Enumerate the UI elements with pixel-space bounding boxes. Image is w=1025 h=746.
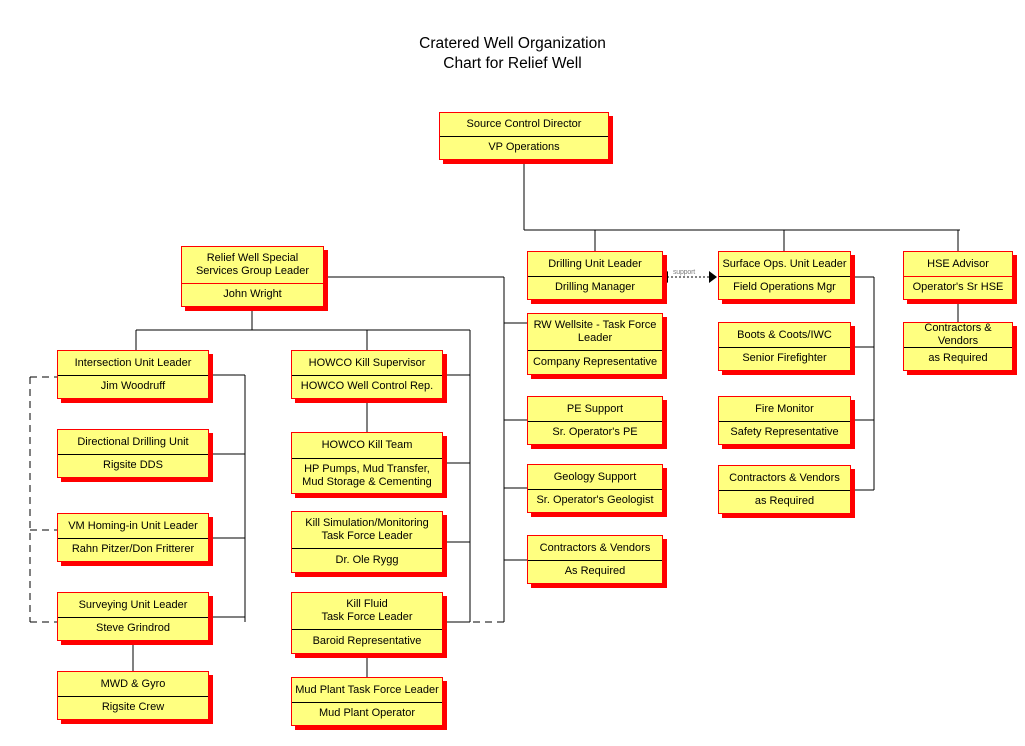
org-node-title: Fire Monitor — [719, 397, 850, 422]
org-node-subtitle: Drilling Manager — [554, 281, 636, 294]
org-node-title: Drilling Unit Leader — [528, 252, 662, 277]
org-node-subtitle: Rahn Pitzer/Don Fritterer — [71, 543, 195, 556]
org-node-title: Kill Fluid Task Force Leader — [292, 593, 442, 630]
org-node-title: Surface Ops. Unit Leader — [719, 252, 850, 277]
org-node-title: MWD & Gyro — [58, 672, 208, 697]
org-node-title: HSE Advisor — [904, 252, 1012, 277]
org-node-subtitle: Dr. Ole Rygg — [335, 553, 399, 566]
org-node-title: PE Support — [528, 397, 662, 422]
org-node-subtitle: VP Operations — [488, 141, 560, 154]
org-node-surface-ops-unit-leader[interactable]: Surface Ops. Unit Leader Field Operations… — [718, 251, 851, 300]
org-node-subtitle: Senior Firefighter — [742, 352, 827, 365]
org-node-drilling-unit-leader[interactable]: Drilling Unit Leader Drilling Manager — [527, 251, 663, 300]
org-node-subtitle: John Wright — [223, 288, 282, 301]
org-node-rw-wellsite-task-force-leader[interactable]: RW Wellsite - Task Force Leader Company R… — [527, 313, 663, 375]
support-arrow-right — [709, 271, 717, 283]
org-node-relief-well-special-services-group-leader[interactable]: Relief Well Special Services Group Leade… — [181, 246, 324, 307]
org-node-title: RW Wellsite - Task Force Leader — [528, 314, 662, 351]
org-node-subtitle: HP Pumps, Mud Transfer, Mud Storage & Ce… — [302, 462, 432, 488]
org-node-title: HOWCO Kill Team — [292, 433, 442, 459]
org-chart-page: Cratered Well Organization Chart for Rel… — [0, 0, 1025, 746]
org-node-subtitle: Field Operations Mgr — [733, 281, 836, 294]
org-node-subtitle: Mud Plant Operator — [319, 707, 415, 720]
org-node-subtitle: Company Representative — [532, 355, 658, 368]
org-node-subtitle: HOWCO Well Control Rep. — [300, 380, 434, 393]
org-node-subtitle: Rigsite Crew — [101, 701, 165, 714]
org-node-subtitle: Baroid Representative — [312, 634, 422, 647]
org-node-subtitle: as Required — [928, 352, 988, 365]
org-node-intersection-unit-leader[interactable]: Intersection Unit Leader Jim Woodruff — [57, 350, 209, 399]
org-node-source-control-director[interactable]: Source Control Director VP Operations — [439, 112, 609, 160]
org-node-title: VM Homing-in Unit Leader — [58, 514, 208, 539]
org-node-title: Contractors & Vendors — [904, 322, 1012, 348]
org-node-kill-simulation-monitoring-task-force-leader[interactable]: Kill Simulation/Monitoring Task Force Le… — [291, 511, 443, 573]
org-node-howco-kill-team[interactable]: HOWCO Kill Team HP Pumps, Mud Transfer, M… — [291, 432, 443, 494]
org-node-title: Mud Plant Task Force Leader — [292, 678, 442, 703]
org-node-subtitle: As Required — [564, 565, 626, 578]
org-node-subtitle: Sr. Operator's Geologist — [536, 494, 654, 507]
org-node-subtitle: Sr. Operator's PE — [552, 426, 638, 439]
org-node-boots-coots-iwc[interactable]: Boots & Coots/IWC Senior Firefighter — [718, 322, 851, 371]
org-node-subtitle: Operator's Sr HSE — [912, 281, 1004, 294]
org-node-mud-plant-task-force-leader[interactable]: Mud Plant Task Force Leader Mud Plant Ope… — [291, 677, 443, 726]
org-node-hse-advisor[interactable]: HSE Advisor Operator's Sr HSE — [903, 251, 1013, 300]
org-node-directional-drilling-unit[interactable]: Directional Drilling Unit Rigsite DDS — [57, 429, 209, 478]
org-node-contractors-vendors-drilling[interactable]: Contractors & Vendors As Required — [527, 535, 663, 584]
org-node-subtitle: Steve Grindrod — [96, 622, 170, 635]
org-node-pe-support[interactable]: PE Support Sr. Operator's PE — [527, 396, 663, 445]
org-node-howco-kill-supervisor[interactable]: HOWCO Kill Supervisor HOWCO Well Control … — [291, 350, 443, 399]
org-node-title: Contractors & Vendors — [528, 536, 662, 561]
org-node-surveying-unit-leader[interactable]: Surveying Unit Leader Steve Grindrod — [57, 592, 209, 641]
org-node-subtitle: as Required — [754, 495, 815, 508]
org-node-subtitle: Safety Representative — [730, 426, 839, 439]
support-connector-label: support — [673, 269, 695, 276]
org-node-title: Boots & Coots/IWC — [719, 323, 850, 348]
org-node-title: Surveying Unit Leader — [58, 593, 208, 618]
org-node-kill-fluid-task-force-leader[interactable]: Kill Fluid Task Force Leader Baroid Repre… — [291, 592, 443, 654]
org-node-title: Kill Simulation/Monitoring Task Force Le… — [292, 512, 442, 549]
org-node-geology-support[interactable]: Geology Support Sr. Operator's Geologist — [527, 464, 663, 513]
org-node-subtitle: Rigsite DDS — [103, 459, 163, 472]
org-node-subtitle: Jim Woodruff — [100, 380, 166, 393]
org-node-contractors-vendors-hse[interactable]: Contractors & Vendors as Required — [903, 322, 1013, 371]
org-node-vm-homing-in-unit-leader[interactable]: VM Homing-in Unit Leader Rahn Pitzer/Don … — [57, 513, 209, 562]
org-node-title: Contractors & Vendors — [719, 466, 850, 491]
org-node-title: Source Control Director — [440, 113, 608, 137]
page-title: Cratered Well Organization Chart for Rel… — [419, 35, 606, 72]
org-node-title: Intersection Unit Leader — [58, 351, 208, 376]
org-node-title: Geology Support — [528, 465, 662, 490]
org-node-mwd-gyro[interactable]: MWD & Gyro Rigsite Crew — [57, 671, 209, 720]
org-node-fire-monitor[interactable]: Fire Monitor Safety Representative — [718, 396, 851, 445]
org-node-title: HOWCO Kill Supervisor — [292, 351, 442, 376]
org-node-contractors-vendors-surface[interactable]: Contractors & Vendors as Required — [718, 465, 851, 514]
org-node-title: Relief Well Special Services Group Leade… — [182, 247, 323, 284]
org-node-title: Directional Drilling Unit — [58, 430, 208, 455]
